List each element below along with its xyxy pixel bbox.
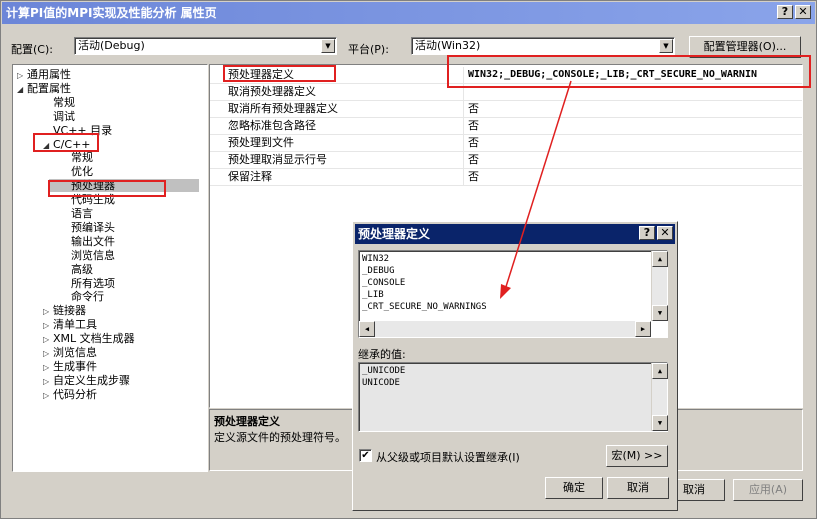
- property-pages-window: 计算PI值的MPI实现及性能分析 属性页 ? ✕ 配置(C): 活动(Debug…: [0, 0, 817, 519]
- annotation-arrow: [500, 80, 572, 299]
